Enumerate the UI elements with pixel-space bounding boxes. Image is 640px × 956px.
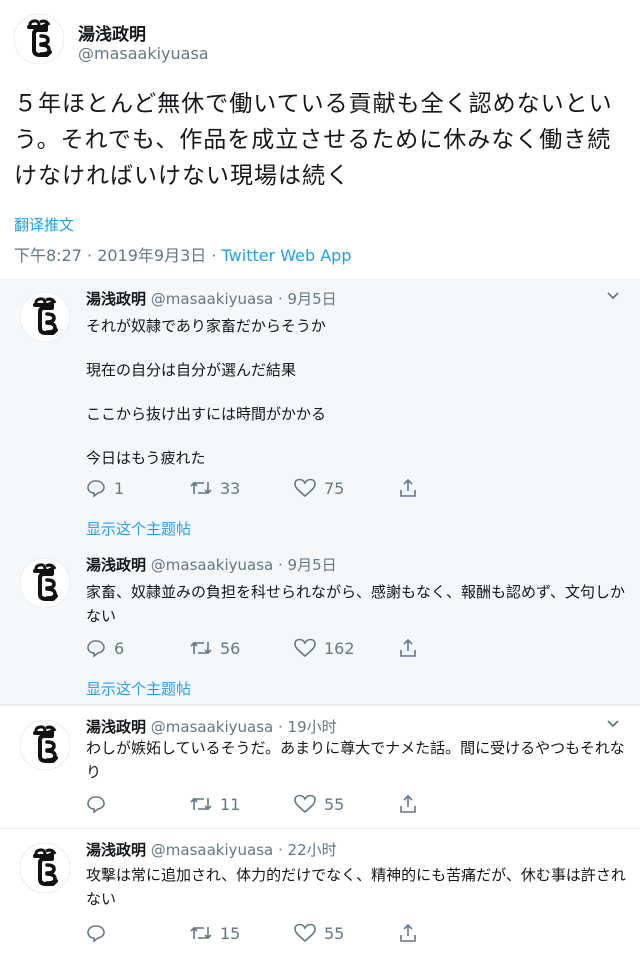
tweet-line: ここから抜け出すには時間がかかる [86, 405, 327, 423]
tweet-meta: 下午8:27 · 2019年9月3日 · Twitter Web App [14, 242, 351, 266]
reply-header: 湯浅政明 @masaakiyuasa · 19小时 [86, 716, 337, 737]
reply-tweet[interactable]: 湯浅政明 @masaakiyuasa · 19小时 わしが嫉妬しているそうだ。あ… [0, 706, 640, 828]
avatar[interactable] [20, 292, 70, 342]
author-name[interactable]: 湯浅政明 [86, 556, 146, 574]
tweet-text: ５年ほとんど無休で働いている貢献も全く認めないという。それでも、作品を成立させる… [14, 91, 613, 189]
share-button[interactable] [398, 794, 502, 814]
author-name[interactable]: 湯浅政明 [86, 841, 146, 859]
like-count: 55 [324, 923, 345, 943]
author-name[interactable]: 湯浅政明 [86, 290, 146, 308]
share-button[interactable] [398, 923, 502, 943]
tweet-text: わしが嫉妬しているそうだ。あまりに尊大でナメた話。間に受けるやつもそれなり [86, 739, 625, 781]
like-button[interactable]: 75 [294, 478, 398, 498]
reply-button[interactable] [86, 794, 190, 814]
show-thread-link[interactable]: 显示这个主题帖 [86, 678, 191, 699]
heart-icon [294, 638, 316, 658]
share-icon [400, 478, 416, 497]
share-icon [400, 923, 416, 942]
heart-icon [294, 794, 316, 814]
share-button[interactable] [398, 638, 502, 658]
reply-tweet[interactable]: 湯浅政明 @masaakiyuasa · 9月5日 家畜、奴隷並みの負担を科せら… [0, 544, 640, 704]
timestamp[interactable]: 下午8:27 · 2019年9月3日 · [14, 246, 222, 265]
tweet-text: 攻撃は常に追加され、体力的だけでなく、精神的にも苦痛だが、休む事は許されない [86, 866, 626, 908]
retweet-count: 56 [220, 638, 241, 658]
main-tweet: 湯浅政明 @masaakiyuasa ５年ほとんど無休で働いている貢献も全く認め… [0, 0, 640, 278]
retweet-icon [190, 797, 212, 811]
author-name[interactable]: 湯浅政明 [86, 718, 146, 736]
show-thread-link[interactable]: 显示这个主题帖 [86, 518, 191, 539]
avatar[interactable] [20, 720, 70, 770]
reply-header: 湯浅政明 @masaakiyuasa · 22小时 [86, 839, 337, 860]
like-count: 162 [324, 638, 355, 658]
reply-header: 湯浅政明 @masaakiyuasa · 9月5日 [86, 288, 337, 309]
reply-icon [87, 925, 105, 943]
like-count: 75 [324, 478, 345, 498]
action-bar: 6 56 162 [86, 638, 502, 658]
action-bar: 11 55 [86, 794, 502, 814]
share-icon [400, 638, 416, 657]
reply-button[interactable] [86, 923, 190, 943]
tweet-line: 今日はもう疲れた [86, 449, 206, 467]
reply-tweet[interactable]: 湯浅政明 @masaakiyuasa · 22小时 攻撃は常に追加され、体力的だ… [0, 829, 640, 956]
retweet-icon [190, 481, 212, 495]
reply-count: 1 [114, 478, 125, 498]
action-bar: 1 33 75 [86, 478, 502, 498]
like-button[interactable]: 162 [294, 638, 398, 658]
retweet-button[interactable]: 33 [190, 478, 294, 498]
retweet-count: 11 [220, 794, 241, 814]
author-handle[interactable]: @masaakiyuasa · 9月5日 [151, 290, 337, 308]
retweet-icon [190, 641, 212, 655]
retweet-count: 33 [220, 478, 241, 498]
author-name[interactable]: 湯浅政明 [78, 20, 146, 45]
reply-button[interactable]: 6 [86, 638, 190, 658]
chevron-down-icon[interactable] [606, 716, 620, 730]
retweet-count: 15 [220, 923, 241, 943]
heart-icon [294, 923, 316, 943]
action-bar: 15 55 [86, 923, 502, 943]
author-handle[interactable]: @masaakiyuasa · 19小时 [151, 718, 337, 736]
like-button[interactable]: 55 [294, 923, 398, 943]
source-app[interactable]: Twitter Web App [222, 246, 352, 265]
author-handle[interactable]: @masaakiyuasa · 9月5日 [151, 556, 337, 574]
retweet-button[interactable]: 11 [190, 794, 294, 814]
avatar[interactable] [20, 843, 70, 893]
tweet-text: それが奴隷であり家畜だからそうか 現在の自分は自分が選んだ結果 ここから抜け出す… [86, 314, 626, 490]
tweet-line: それが奴隷であり家畜だからそうか [86, 317, 326, 335]
translate-link[interactable]: 翻译推文 [14, 214, 74, 235]
share-button[interactable] [398, 478, 502, 498]
like-button[interactable]: 55 [294, 794, 398, 814]
tweet-line: 現在の自分は自分が選んだ結果 [86, 361, 297, 379]
author-handle[interactable]: @masaakiyuasa [78, 44, 209, 63]
author-handle[interactable]: @masaakiyuasa · 22小时 [151, 841, 337, 859]
like-count: 55 [324, 794, 345, 814]
reply-header: 湯浅政明 @masaakiyuasa · 9月5日 [86, 554, 337, 575]
retweet-button[interactable]: 15 [190, 923, 294, 943]
reply-icon [87, 480, 105, 498]
retweet-button[interactable]: 56 [190, 638, 294, 658]
reply-tweet[interactable]: 湯浅政明 @masaakiyuasa · 9月5日 それが奴隷であり家畜だからそ… [0, 278, 640, 544]
avatar[interactable] [20, 558, 70, 608]
reply-count: 6 [114, 638, 125, 658]
avatar[interactable] [14, 14, 64, 64]
retweet-icon [190, 926, 212, 940]
chevron-down-icon[interactable] [606, 288, 620, 302]
reply-icon [87, 796, 105, 814]
tweet-text: 家畜、奴隷並みの負担を科せられながら、感謝もなく、報酬も認めず、文句しかない [86, 583, 625, 625]
share-icon [400, 794, 416, 813]
reply-icon [87, 640, 105, 658]
reply-button[interactable]: 1 [86, 478, 190, 498]
heart-icon [294, 478, 316, 498]
